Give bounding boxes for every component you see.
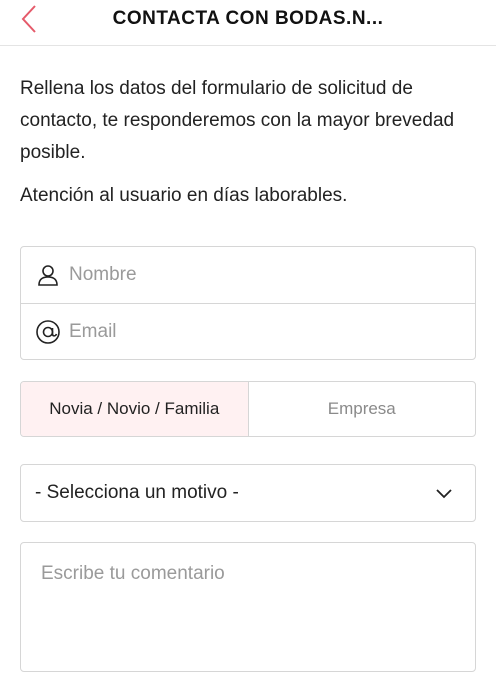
- name-input[interactable]: [69, 255, 449, 295]
- comment-input[interactable]: [21, 543, 475, 671]
- support-notice: Atención al usuario en días laborables.: [20, 185, 348, 206]
- at-icon: [35, 319, 61, 345]
- email-field: [21, 303, 475, 359]
- email-input[interactable]: [69, 311, 449, 352]
- chevron-left-icon: [21, 5, 36, 33]
- reason-select[interactable]: - Selecciona un motivo -: [20, 464, 476, 522]
- reason-select-label: - Selecciona un motivo -: [35, 482, 239, 503]
- comment-box: [20, 542, 476, 672]
- back-button[interactable]: [14, 4, 44, 34]
- user-icon: [35, 262, 61, 288]
- contact-fields: [20, 246, 476, 360]
- page-title: CONTACTA CON BODAS.N...: [112, 8, 384, 29]
- app-header: CONTACTA CON BODAS.N...: [0, 0, 496, 46]
- name-field: [21, 247, 475, 303]
- intro-text: Rellena los datos del formulario de soli…: [20, 78, 455, 163]
- user-type-selector: Novia / Novio / Familia Empresa: [20, 381, 476, 437]
- user-type-couple[interactable]: Novia / Novio / Familia: [21, 382, 248, 436]
- chevron-down-icon: [433, 482, 455, 504]
- user-type-company[interactable]: Empresa: [247, 382, 476, 436]
